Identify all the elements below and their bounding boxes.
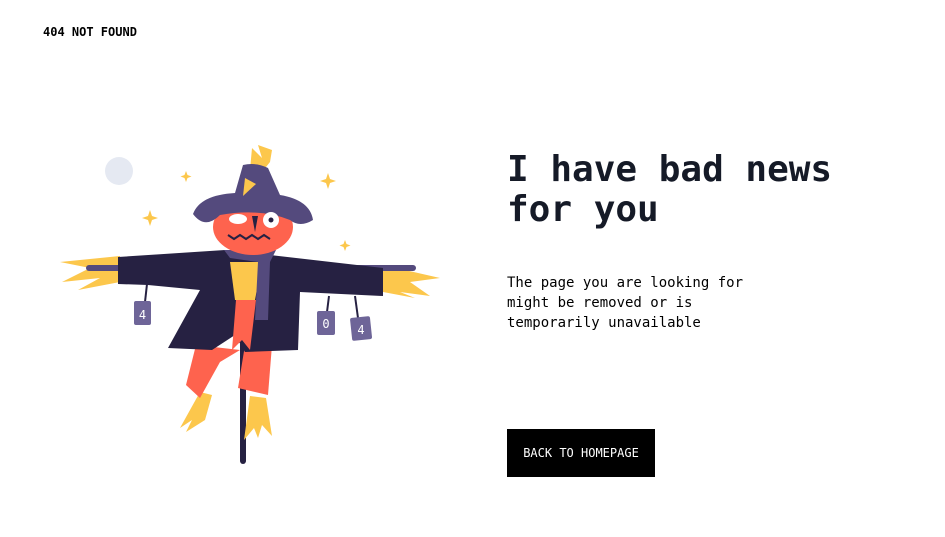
hanging-can-4b: 4 <box>350 295 373 341</box>
svg-text:0: 0 <box>322 317 329 331</box>
svg-text:4: 4 <box>139 308 146 322</box>
hanging-can-0: 0 <box>317 295 335 335</box>
scarecrow-illustration: 4 0 4 <box>60 145 440 464</box>
svg-text:4: 4 <box>357 323 364 337</box>
error-description: The page you are looking for might be re… <box>507 275 744 331</box>
hanging-can-4: 4 <box>134 283 151 325</box>
page-title: I have bad news for you <box>507 149 833 230</box>
moon-icon <box>105 157 133 185</box>
back-to-homepage-button[interactable]: BACK TO HOMEPAGE <box>507 429 655 477</box>
